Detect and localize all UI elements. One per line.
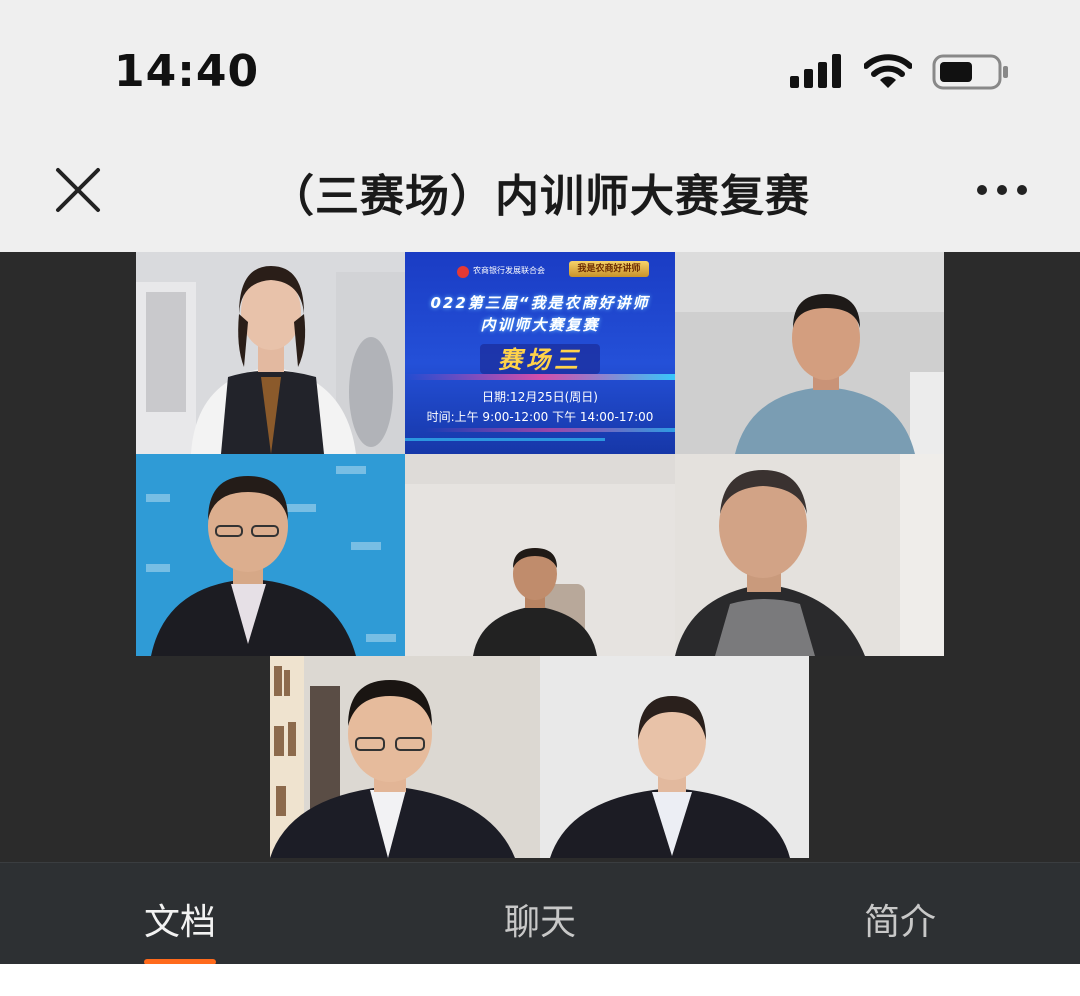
video-tile-participant-2[interactable] [675, 252, 944, 454]
tab-documents[interactable]: 文档 [80, 893, 280, 945]
bottom-safe-area [0, 964, 1080, 996]
banner-title-line2: 内训师大赛复赛 [480, 316, 600, 334]
video-tile-participant-6[interactable] [270, 656, 540, 858]
banner-badge: 我是农商好讲师 [569, 261, 649, 277]
banner-org: 农商银行发展联合会 [473, 266, 545, 275]
video-grid: 农商银行发展联合会 我是农商好讲师 022第三届“我是农商好讲师 内训师大赛复赛… [0, 252, 1080, 862]
battery-icon [932, 54, 1008, 90]
cellular-signal-icon [790, 54, 841, 88]
video-tile-banner[interactable]: 农商银行发展联合会 我是农商好讲师 022第三届“我是农商好讲师 内训师大赛复赛… [405, 252, 675, 454]
video-tile-participant-7[interactable] [540, 656, 809, 858]
participant-video [405, 454, 675, 656]
participant-video [675, 252, 944, 454]
close-icon[interactable] [52, 164, 104, 216]
status-time: 14:40 [114, 46, 260, 97]
bottom-tab-bar: 文档 聊天 简介 [0, 862, 1080, 965]
banner-title-line1: 022第三届“我是农商好讲师 [430, 294, 650, 312]
page-title: （三赛场）内训师大赛复赛 [270, 171, 810, 222]
video-tile-participant-4[interactable] [405, 454, 675, 656]
tab-intro[interactable]: 简介 [800, 893, 1000, 945]
status-bar: 14:40 [0, 0, 1080, 140]
participant-video [136, 454, 405, 656]
video-tile-participant-5[interactable] [675, 454, 944, 656]
video-tile-participant-3[interactable] [136, 454, 405, 656]
participant-video [675, 454, 944, 656]
video-tile-participant-1[interactable] [136, 252, 405, 454]
banner-time: 时间:上午 9:00-12:00 下午 14:00-17:00 [426, 410, 654, 424]
participant-video [270, 656, 540, 858]
participant-video [136, 252, 405, 454]
title-bar: （三赛场）内训师大赛复赛 [0, 140, 1080, 252]
banner-field: 赛场三 [498, 346, 582, 374]
banner-date: 日期:12月25日(周日) [482, 390, 598, 404]
wifi-icon [864, 54, 912, 88]
more-dots-icon[interactable] [972, 176, 1032, 204]
participant-video [540, 656, 809, 858]
tab-chat[interactable]: 聊天 [440, 893, 640, 945]
